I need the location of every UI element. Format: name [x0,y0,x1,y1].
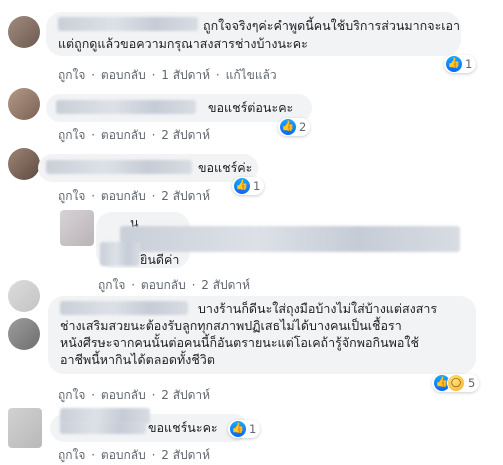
commenter-name[interactable] [60,301,188,315]
reaction-count: 5 [468,376,476,390]
timestamp[interactable]: 2 สัปดาห์ [161,448,210,462]
comment-text-line: ขอแชร์นะคะ [148,420,218,435]
commenter-name[interactable] [58,17,198,31]
reaction-summary[interactable]: 👍 1 [228,420,261,438]
avatar[interactable] [8,280,40,312]
comment-text-line: บางร้านก็ดีนะใส่ถุงมือบ้างไม่ใส่บ้างแต่ส… [198,301,438,316]
like-link[interactable]: ถูกใจ [58,448,85,462]
reaction-count: 1 [249,422,257,436]
reply-link[interactable]: ตอบกลับ [101,388,146,402]
comment-bubble: บางร้านก็ดีนะใส่ถุงมือบ้างไม่ใส่บ้างแต่ส… [48,296,476,374]
reply-link[interactable]: ตอบกลับ [101,189,146,203]
comment-bubble: ถูกใจจริงๆค่ะคำพูดนี้คนใช้บริการส่วนมากจ… [46,12,461,56]
comment-bubble: ขอแชร์ค่ะ [38,154,258,182]
reaction-summary[interactable]: 👍 1 [444,55,477,73]
reply-link[interactable]: ตอบกลับ [101,68,146,82]
avatar[interactable] [8,148,40,180]
avatar[interactable] [8,408,42,448]
commenter-name[interactable] [46,160,192,174]
reaction-count: 2 [299,120,307,134]
like-icon: 👍 [234,178,250,194]
comment-bubble: ขอแชร์นะคะ [50,408,248,442]
like-link[interactable]: ถูกใจ [98,278,125,292]
comment-text-line: ถูกใจจริงๆค่ะคำพูดนี้คนใช้บริการส่วนมากจ… [203,18,461,33]
like-link[interactable]: ถูกใจ [58,128,85,142]
like-icon: 👍 [280,119,296,135]
timestamp[interactable]: 2 สัปดาห์ [161,189,210,203]
comment-text-line: ขอแชร์ต่อนะคะ [208,100,294,115]
reply-link[interactable]: ตอบกลับ [101,448,146,462]
comment-text-line: อาชีพนี้หากินได้ตลอดทั้งชีวิต [60,352,215,367]
reaction-summary[interactable]: 👍 1 [232,177,265,195]
like-link[interactable]: ถูกใจ [58,388,85,402]
comment-actions: ถูกใจ · ตอบกลับ · 2 สัปดาห์ [58,448,211,462]
wow-icon: ◯ [447,374,465,392]
reply-actions: ถูกใจ · ตอบกลับ · 2 สัปดาห์ [98,278,251,292]
edited-label[interactable]: แก้ไขแล้ว [226,68,277,82]
reply-text: ยินดีค่า [140,252,180,267]
comment-text-line: หนังศีรษะจากคนนั้นต่อคนนี้ก็อันตรายนะแต่… [60,335,419,350]
like-icon: 👍 [446,56,462,72]
avatar[interactable] [60,210,94,246]
reaction-count: 1 [253,179,261,193]
comment-actions: ถูกใจ · ตอบกลับ · 1 สัปดาห์ · แก้ไขแล้ว [58,68,277,82]
avatar[interactable] [8,318,40,350]
reply-link[interactable]: ตอบกลับ [141,278,186,292]
reaction-summary[interactable]: 👍 2 [278,118,311,136]
comment-text-line: ช่างเสริมสวยนะต้องรับลูกทุกสภาพปฏิเสธไม่… [60,318,402,333]
like-icon: 👍 [230,421,246,437]
timestamp[interactable]: 1 สัปดาห์ [161,68,210,82]
like-link[interactable]: ถูกใจ [58,189,85,203]
avatar[interactable] [8,16,40,48]
timestamp[interactable]: 2 สัปดาห์ [161,388,210,402]
reaction-summary[interactable]: 👍 ◯ 5 [432,374,480,392]
comment-actions: ถูกใจ · ตอบกลับ · 2 สัปดาห์ [58,128,211,142]
avatar[interactable] [8,88,40,120]
commenter-name[interactable] [56,100,196,114]
comment-actions: ถูกใจ · ตอบกลับ · 2 สัปดาห์ [58,388,211,402]
commenter-name[interactable] [60,422,146,434]
like-link[interactable]: ถูกใจ [58,68,85,82]
comment-actions: ถูกใจ · ตอบกลับ · 2 สัปดาห์ [58,189,211,203]
comment-text-line: แต่ถูกดูแล้วขอความกรุณาสงสารช่างบ้างนะคะ [58,36,308,51]
comment-bubble: ขอแชร์ต่อนะคะ [46,94,312,122]
commenter-name[interactable] [120,226,460,252]
reply-link[interactable]: ตอบกลับ [101,128,146,142]
comment-text-line: ขอแชร์ค่ะ [198,160,253,175]
timestamp[interactable]: 2 สัปดาห์ [161,128,210,142]
commenter-avatar-blur [100,242,140,266]
timestamp[interactable]: 2 สัปดาห์ [201,278,250,292]
reaction-count: 1 [465,57,473,71]
